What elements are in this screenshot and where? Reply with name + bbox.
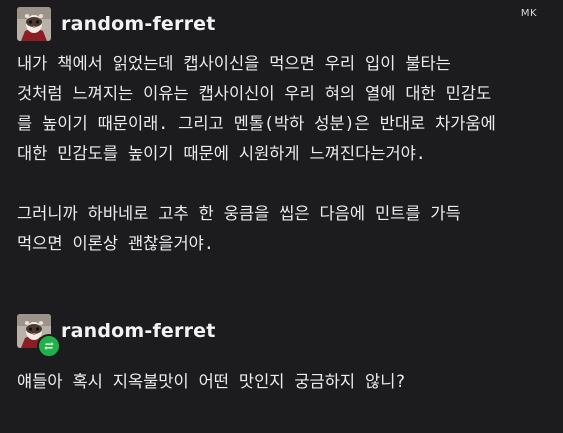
text-line: 것처럼 느껴지는 이유는 캡사이신이 우리 혀의 열에 대한 민감도 xyxy=(17,84,492,103)
text-line: 그러니까 하바네로 고추 한 웅큼을 씹은 다음에 민트를 가득 xyxy=(17,204,461,223)
reblog-badge xyxy=(37,334,61,358)
text-line: 얘들아 혹시 지옥불맛이 어떤 맛인지 궁금하지 않니? xyxy=(17,372,406,391)
avatar[interactable] xyxy=(17,7,51,41)
mk-indicator: MK xyxy=(520,8,537,19)
post-header: random-ferret xyxy=(17,313,216,358)
reblog-icon xyxy=(44,342,54,350)
username[interactable]: random-ferret xyxy=(61,13,216,35)
text-line: 를 높이기 때문이래. 그리고 멘톨(박하 성분)은 반대로 차가움에 xyxy=(17,114,496,133)
avatar-wrapper xyxy=(17,314,61,358)
text-line: 먹으면 이론상 괜찮을거야. xyxy=(17,234,214,253)
post-header: random-ferret xyxy=(17,6,216,42)
username[interactable]: random-ferret xyxy=(61,320,216,342)
ferret-avatar-icon xyxy=(17,7,51,41)
post-body: 얘들아 혹시 지옥불맛이 어떤 맛인지 궁금하지 않니? xyxy=(17,367,547,397)
text-line: 대한 민감도를 높이기 때문에 시원하게 느껴진다는거야. xyxy=(17,144,426,163)
text-line: 내가 책에서 읽었는데 캡사이신을 먹으면 우리 입이 불타는 xyxy=(17,54,451,73)
post-body: 내가 책에서 읽었는데 캡사이신을 먹으면 우리 입이 불타는 것처럼 느껴지는… xyxy=(17,49,547,259)
